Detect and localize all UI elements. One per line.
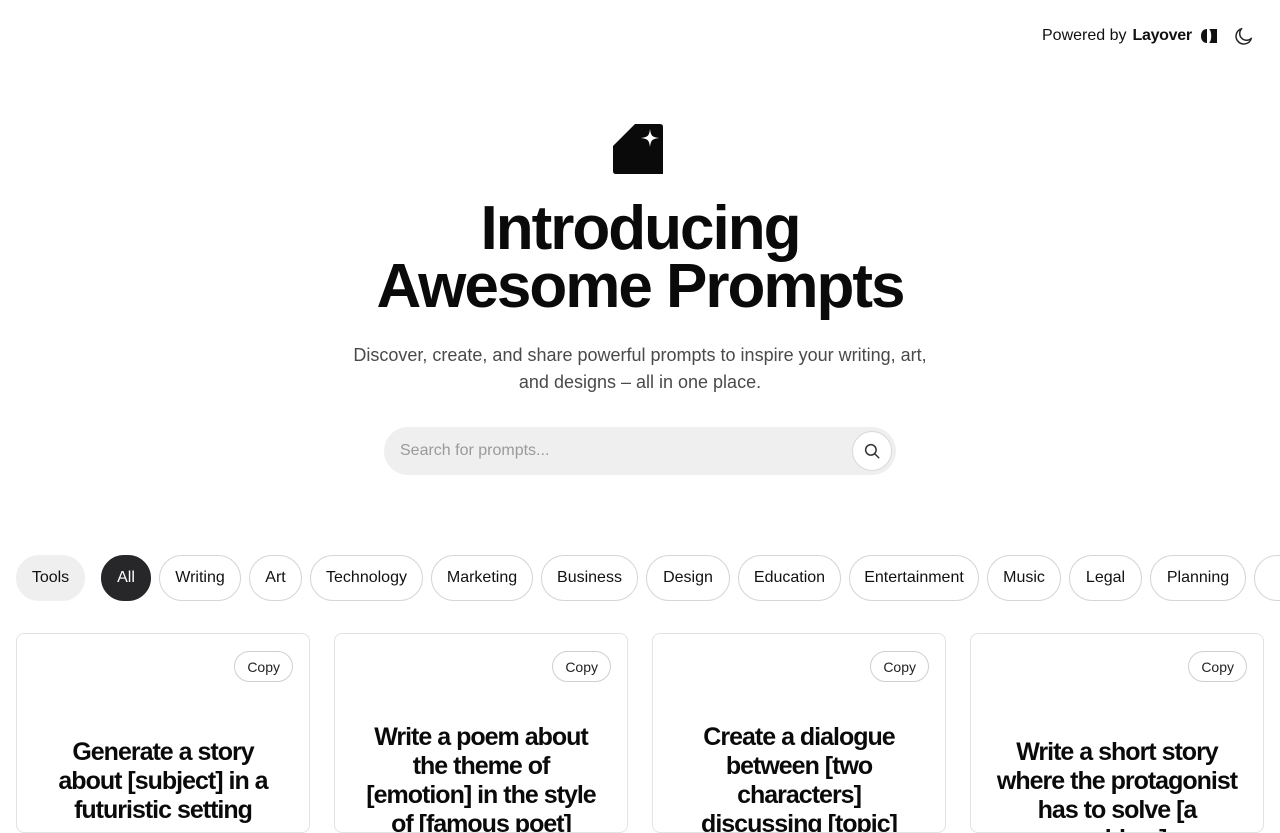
prompt-card[interactable]: Copy Write a short story where the prota… [970, 633, 1264, 833]
category-chip-label: All [117, 569, 135, 586]
page-subtitle: Discover, create, and share powerful pro… [353, 345, 927, 392]
category-chip-label: Art [265, 569, 286, 586]
sparkle-card-icon [613, 124, 663, 174]
category-chip-label: Music [1003, 569, 1045, 586]
category-chip-legal[interactable]: Legal [1069, 555, 1142, 601]
tools-chip-label: Tools [31, 569, 70, 586]
category-chip-art[interactable]: Art [249, 555, 302, 601]
copy-button[interactable]: Copy [870, 651, 929, 682]
prompt-text: Generate a story about [subject] in a fu… [58, 738, 268, 824]
category-chip-label: Planning [1166, 569, 1230, 586]
copy-button[interactable]: Copy [552, 651, 611, 682]
prompt-card[interactable]: Copy Write a poem about the theme of [em… [334, 633, 628, 833]
category-chip-writing[interactable]: Writing [159, 555, 241, 601]
search-bar [384, 427, 896, 475]
theme-toggle-button[interactable] [1232, 24, 1256, 48]
category-chip-entertainment[interactable]: Entertainment [849, 555, 979, 601]
title-line-2: Awesome Prompts [376, 252, 905, 321]
layover-logo-icon [1200, 28, 1218, 44]
prompt-text: Write a short story where the protagonis… [996, 738, 1238, 832]
category-chip-design[interactable]: Design [646, 555, 730, 601]
category-filter-bar: Tools All Writing Art Technology Marketi… [16, 555, 1280, 601]
title-line-1: Introducing [480, 194, 802, 263]
copy-button[interactable]: Copy [1188, 651, 1247, 682]
tools-chip[interactable]: Tools [16, 555, 85, 601]
prompt-text: Write a poem about the theme of [emotion… [366, 723, 596, 833]
category-chip-label: Technology [326, 569, 407, 586]
search-button[interactable] [852, 431, 892, 471]
page-title: Introducing Awesome Prompts [0, 194, 1280, 321]
category-chip-label: Legal [1085, 569, 1126, 586]
category-chip-label: Marketing [446, 569, 518, 586]
category-chip-business[interactable]: Business [541, 555, 638, 601]
powered-by[interactable]: Powered by Layover [1042, 24, 1218, 48]
category-chip-marketing[interactable]: Marketing [431, 555, 533, 601]
powered-by-label: Powered by [1042, 27, 1127, 44]
category-chip-education[interactable]: Education [738, 555, 841, 601]
prompt-card[interactable]: Copy Generate a story about [subject] in… [16, 633, 310, 833]
category-chip-label: Writing [175, 569, 225, 586]
prompt-card[interactable]: Copy Create a dialogue between [two char… [652, 633, 946, 833]
category-chip-planning[interactable]: Planning [1150, 555, 1246, 601]
category-chip-label: Business [557, 569, 622, 586]
category-chip-technology[interactable]: Technology [310, 555, 423, 601]
moon-icon [1235, 27, 1253, 45]
category-chip-label: Education [753, 569, 826, 586]
copy-button[interactable]: Copy [234, 651, 293, 682]
brand-name: Layover [1132, 27, 1193, 44]
category-chip-overflow[interactable] [1254, 555, 1280, 601]
category-chip-label: Design [663, 569, 713, 586]
category-chip-music[interactable]: Music [987, 555, 1061, 601]
search-input[interactable] [400, 427, 820, 475]
search-icon [864, 443, 880, 459]
category-chip-label: Entertainment [864, 569, 964, 586]
prompt-text: Create a dialogue between [two character… [701, 723, 898, 833]
category-chip-all[interactable]: All [101, 555, 151, 601]
